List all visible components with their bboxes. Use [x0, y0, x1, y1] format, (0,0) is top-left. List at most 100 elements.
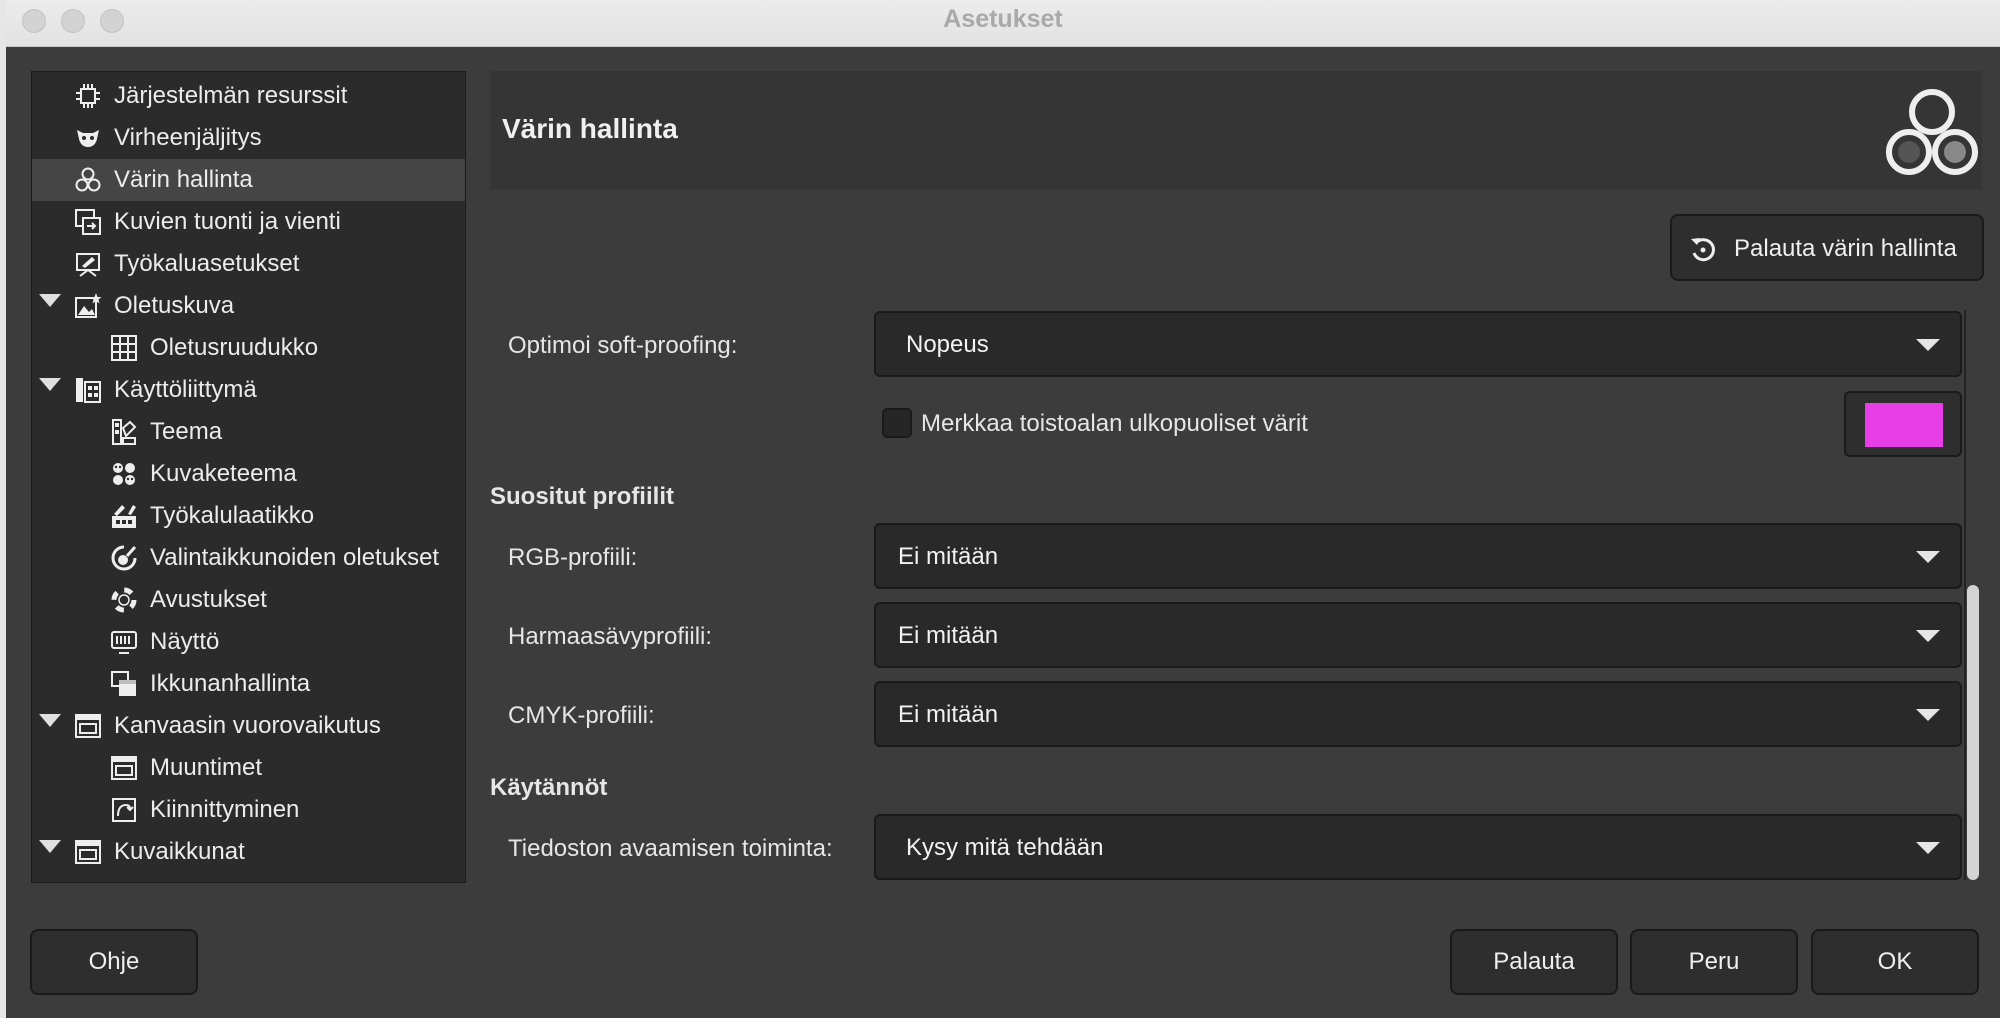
sidebar-item-label: Työkalulaatikko — [150, 502, 315, 529]
sidebar-item-image-windows[interactable]: Kuvaikkunat — [32, 831, 465, 873]
policies-heading: Käytännöt — [490, 774, 608, 801]
sidebar-item-image-import-export[interactable]: Kuvien tuonti ja vienti — [32, 201, 465, 243]
rgb-profile-value: Ei mitään — [898, 543, 999, 570]
sidebar-item-label: Teema — [150, 418, 223, 445]
page-title: Värin hallinta — [502, 113, 678, 144]
page-header: Värin hallinta — [490, 71, 1982, 190]
grayscale-profile-value: Ei mitään — [898, 622, 999, 649]
sidebar-item-label: Kuvaketeema — [150, 460, 297, 487]
sidebar-item-label: Näyttö — [150, 628, 220, 655]
expander-icon[interactable] — [39, 714, 61, 727]
sidebar-item-toolbox[interactable]: Työkalulaatikko — [32, 495, 465, 537]
file-open-behavior-label: Tiedoston avaamisen toiminta: — [508, 835, 833, 862]
interface-icon — [76, 378, 101, 403]
import-export-icon — [75, 209, 101, 235]
sidebar-item-label: Oletusruudukko — [150, 334, 319, 361]
sidebar-item-interface[interactable]: Käyttöliittymä — [32, 369, 465, 411]
file-open-behavior-value: Kysy mitä tehdään — [906, 834, 1104, 861]
sidebar-item-label: Järjestelmän resurssit — [114, 82, 348, 109]
sidebar-item-default-grid[interactable]: Oletusruudukko — [32, 327, 465, 369]
sidebar-item-label: Kanvaasin vuorovaikutus — [114, 712, 381, 739]
reset-button-label: Palauta — [1493, 948, 1575, 975]
sidebar-item-dialog-defaults[interactable]: Valintaikkunoiden oletukset — [32, 537, 465, 579]
sidebar-item-label: Avustukset — [150, 586, 267, 613]
sidebar-item-partial — [32, 873, 465, 883]
chip-icon — [76, 84, 100, 108]
content-scrollbar[interactable] — [1967, 585, 1979, 880]
icon-theme-icon — [113, 463, 135, 485]
sidebar-item-icon-theme[interactable]: Kuvaketeema — [32, 453, 465, 495]
sidebar-item-label: Ikkunanhallinta — [150, 670, 311, 697]
ok-button-label: OK — [1877, 948, 1913, 975]
sidebar-item-label: Kuvien tuonti ja vienti — [114, 208, 341, 235]
grayscale-profile-select[interactable]: Ei mitään — [874, 602, 1962, 668]
sidebar-item-window-management[interactable]: Ikkunanhallinta — [32, 663, 465, 705]
sidebar-item-label: Kiinnittyminen — [150, 796, 300, 823]
sidebar-item-default-image[interactable]: Oletuskuva — [32, 285, 465, 327]
sidebar-item-help-system[interactable]: Avustukset — [32, 579, 465, 621]
image-windows-icon — [110, 880, 138, 883]
cancel-button[interactable]: Peru — [1630, 929, 1798, 995]
expander-icon[interactable] — [39, 294, 61, 307]
cmyk-profile-label: CMYK-profiili: — [508, 702, 655, 729]
ok-button[interactable]: OK — [1811, 929, 1979, 995]
modifiers-icon — [111, 756, 137, 780]
sidebar-item-label: Työkaluasetukset — [114, 250, 300, 277]
chevron-down-icon — [1916, 842, 1940, 854]
window-management-icon — [111, 671, 136, 696]
sidebar-item-display[interactable]: Näyttö — [32, 621, 465, 663]
reset-color-management-button[interactable]: Palauta värin hallinta — [1670, 214, 1984, 281]
rgb-profile-select[interactable]: Ei mitään — [874, 523, 1962, 589]
gamut-check-checkbox[interactable] — [882, 408, 912, 438]
softproof-optimize-value: Nopeus — [906, 331, 989, 358]
color-circles-icon — [75, 167, 101, 192]
dialog-defaults-icon — [111, 545, 137, 571]
scrollbar-track — [1964, 310, 1966, 880]
sidebar-item-label: Kuvaikkunat — [114, 838, 245, 865]
sidebar-item-label: Värin hallinta — [114, 166, 253, 193]
expander-icon[interactable] — [39, 840, 61, 853]
chevron-down-icon — [1916, 551, 1940, 563]
sidebar-item-canvas-interaction[interactable]: Kanvaasin vuorovaikutus — [32, 705, 465, 747]
grayscale-profile-label: Harmaasävyprofiili: — [508, 623, 713, 650]
help-button[interactable]: Ohje — [30, 929, 198, 995]
toolbox-icon — [112, 505, 136, 528]
softproof-optimize-label: Optimoi soft-proofing: — [508, 332, 738, 359]
cancel-button-label: Peru — [1688, 948, 1740, 975]
color-circles-icon — [1886, 89, 1978, 175]
reset-button[interactable]: Palauta — [1450, 929, 1618, 995]
lifebuoy-icon — [111, 587, 137, 613]
sidebar-item-debugging[interactable]: Virheenjäljitys — [32, 117, 465, 159]
sidebar-item-label: Oletuskuva — [114, 292, 235, 319]
sidebar-item-system-resources[interactable]: Järjestelmän resurssit — [32, 75, 465, 117]
chevron-down-icon — [1916, 630, 1940, 642]
sidebar-item-modifiers[interactable]: Muuntimet — [32, 747, 465, 789]
file-open-behavior-select[interactable]: Kysy mitä tehdään — [874, 814, 1962, 880]
sidebar-item-tool-options[interactable]: Työkaluasetukset — [32, 243, 465, 285]
canvas-icon — [75, 714, 101, 738]
chevron-down-icon — [1916, 339, 1940, 351]
cmyk-profile-value: Ei mitään — [898, 701, 999, 728]
gamut-color-swatch — [1865, 403, 1943, 447]
gamut-color-button[interactable] — [1844, 391, 1962, 457]
theme-icon — [112, 419, 137, 445]
sidebar-item-snapping[interactable]: Kiinnittyminen — [32, 789, 465, 831]
tool-options-icon — [76, 253, 100, 277]
default-image-icon — [75, 293, 102, 318]
reset-icon — [1691, 238, 1715, 262]
cmyk-profile-select[interactable]: Ei mitään — [874, 681, 1962, 747]
window-title: Asetukset — [943, 5, 1063, 33]
sidebar-item-color-management[interactable]: Värin hallinta — [32, 159, 465, 201]
sidebar-item-label: Käyttöliittymä — [114, 376, 257, 403]
preferences-sidebar[interactable]: Järjestelmän resurssit Virheenjäljitys V… — [31, 71, 466, 883]
expander-icon[interactable] — [39, 378, 61, 391]
reset-color-management-label: Palauta värin hallinta — [1734, 235, 1957, 262]
gamut-check-label[interactable]: Merkkaa toistoalan ulkopuoliset värit — [921, 410, 1308, 438]
bug-icon — [77, 130, 99, 147]
display-icon — [111, 631, 137, 654]
softproof-optimize-select[interactable]: Nopeus — [874, 311, 1962, 377]
preferences-window: Asetukset Järjestelmän resurssit Virheen… — [6, 0, 2000, 1018]
sidebar-item-label: Valintaikkunoiden oletukset — [150, 544, 440, 571]
sidebar-item-theme[interactable]: Teema — [32, 411, 465, 453]
preferred-profiles-heading: Suositut profiilit — [490, 483, 674, 510]
